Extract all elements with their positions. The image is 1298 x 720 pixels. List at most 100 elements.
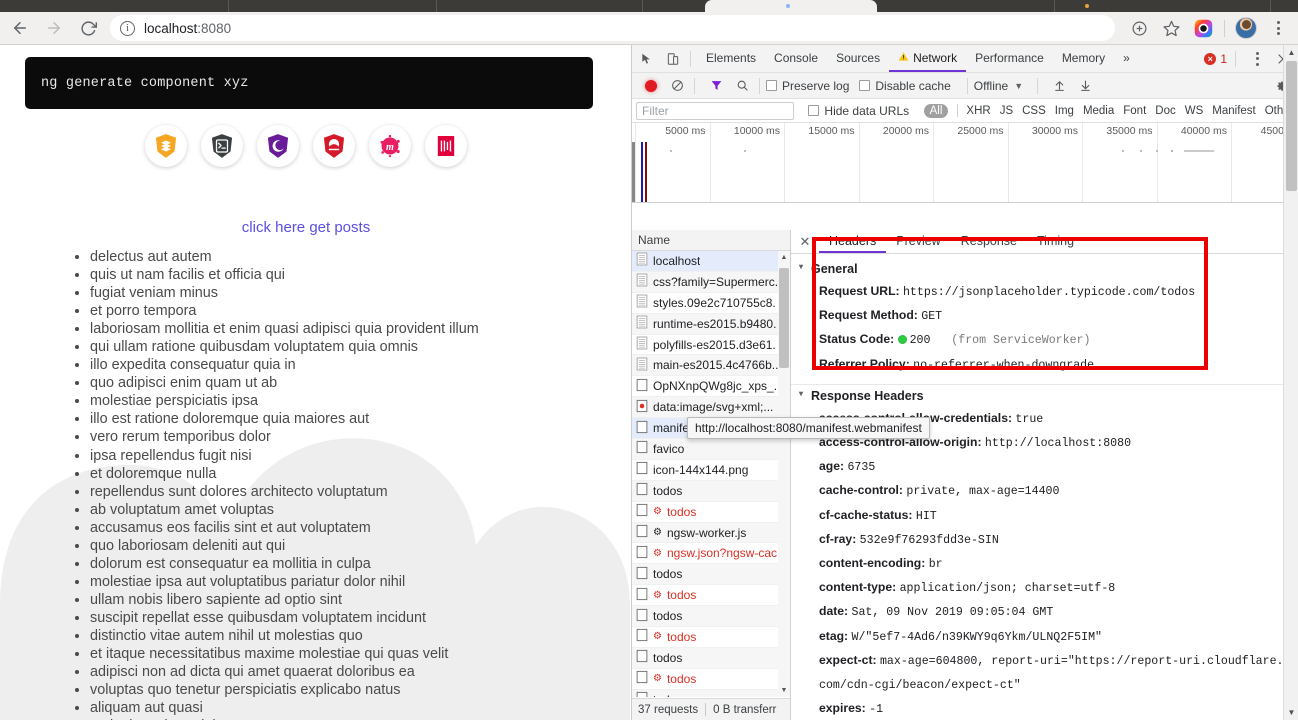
request-scroll-up-icon[interactable]: ▲ <box>778 251 790 264</box>
request-name: icon-144x144.png <box>653 462 749 477</box>
back-arrow-icon[interactable] <box>6 14 34 42</box>
request-row[interactable]: ⚙ todos <box>632 627 790 648</box>
generic-file-icon <box>636 461 648 478</box>
request-row[interactable]: todos <box>632 606 790 628</box>
header-row: expect-ct: max-age=604800, report-uri="h… <box>791 649 1286 697</box>
plus-circle-icon[interactable] <box>1126 15 1152 41</box>
filter-type-img[interactable]: Img <box>1055 105 1074 117</box>
request-row[interactable]: OpNXnpQWg8jc_xps_.. <box>632 376 790 398</box>
hide-data-urls-checkbox[interactable]: Hide data URLs <box>808 104 909 118</box>
request-row[interactable]: main-es2015.4c4766b.. <box>632 355 790 377</box>
devtools-menu-icon[interactable] <box>1246 48 1268 70</box>
get-posts-link-row: click here get posts <box>0 219 612 237</box>
export-har-icon[interactable] <box>1074 75 1096 97</box>
detail-tab-preview[interactable]: Preview <box>886 230 950 253</box>
request-row[interactable]: polyfills-es2015.d3e61. <box>632 335 790 356</box>
close-icon[interactable]: ✕ <box>797 234 813 250</box>
record-button-icon[interactable] <box>640 75 662 97</box>
devtools-tab-elements[interactable]: Elements <box>697 45 765 72</box>
general-section-title[interactable]: General <box>791 262 1286 276</box>
filter-type-all[interactable]: All <box>923 103 949 118</box>
throttle-select-value[interactable]: Offline <box>974 79 1008 93</box>
filter-input[interactable]: Filter <box>636 101 795 120</box>
scroll-up-arrow-icon[interactable]: ▲ <box>1284 45 1298 60</box>
device-toolbar-icon[interactable] <box>662 48 684 70</box>
detail-tab-headers[interactable]: Headers <box>819 230 886 253</box>
filter-type-css[interactable]: CSS <box>1022 105 1046 117</box>
disable-cache-checkbox[interactable]: Disable cache <box>859 79 951 93</box>
filter-type-manifest[interactable]: Manifest <box>1212 105 1255 117</box>
request-scroll-down-icon[interactable]: ▼ <box>778 684 790 697</box>
detail-tab-timing[interactable]: Timing <box>1027 230 1084 253</box>
avatar-icon[interactable] <box>1233 15 1259 41</box>
timeline-tick: 15000 ms <box>784 123 859 202</box>
angular-meetup-icon[interactable]: m <box>369 125 411 167</box>
browser-tab-strip[interactable] <box>0 0 1298 12</box>
address-bar[interactable]: i localhost:8080 <box>110 15 1115 41</box>
angular-blog-icon[interactable] <box>313 125 355 167</box>
chevron-down-icon[interactable]: ▼ <box>1014 81 1023 91</box>
inspect-element-icon[interactable] <box>636 48 658 70</box>
info-circle-icon[interactable]: i <box>120 20 135 36</box>
request-row[interactable]: styles.09e2c710755c8. <box>632 293 790 314</box>
request-row[interactable]: ⚙ todos <box>632 585 790 607</box>
request-row[interactable]: todos <box>632 647 790 669</box>
error-indicator[interactable]: × 1 <box>1204 52 1229 66</box>
active-browser-tab[interactable] <box>705 0 877 12</box>
filter-type-media[interactable]: Media <box>1083 105 1114 117</box>
request-row[interactable]: icon-144x144.png <box>632 460 790 481</box>
scroll-down-arrow-icon[interactable]: ▼ <box>1284 705 1298 720</box>
star-icon[interactable] <box>1158 15 1184 41</box>
filter-type-ws[interactable]: WS <box>1185 105 1204 117</box>
generic-file-icon <box>636 440 648 457</box>
clear-icon[interactable] <box>666 75 688 97</box>
colorful-extension-icon[interactable] <box>1190 15 1216 41</box>
page-scrollbar-thumb[interactable] <box>1286 61 1297 191</box>
devtools-tab-memory[interactable]: Memory <box>1053 45 1114 72</box>
devtools-tab-console[interactable]: Console <box>765 45 827 72</box>
angular-cli-icon[interactable] <box>201 125 243 167</box>
request-scrollbar-thumb[interactable] <box>779 268 789 368</box>
request-list-column-header[interactable]: Name <box>632 230 790 251</box>
request-row[interactable]: todos <box>632 564 790 586</box>
search-icon[interactable] <box>731 75 753 97</box>
angular-material-icon[interactable] <box>257 125 299 167</box>
angular-twitter-icon[interactable] <box>425 125 467 167</box>
request-row[interactable]: css?family=Supermerc. <box>632 271 790 293</box>
request-row[interactable]: ⚙ ngsw.json?ngsw-cac. <box>632 543 790 565</box>
request-row[interactable]: favico <box>632 439 790 460</box>
angular-books-icon[interactable] <box>145 125 187 167</box>
request-list-scrollbar[interactable]: ▲ ▼ <box>778 251 790 697</box>
request-row[interactable]: runtime-es2015.b9480. <box>632 313 790 335</box>
filter-type-font[interactable]: Font <box>1123 105 1146 117</box>
request-row[interactable]: ⚙ todos <box>632 502 790 523</box>
devtools-tab-performance[interactable]: Performance <box>966 45 1053 72</box>
request-row[interactable]: localhost <box>632 251 790 272</box>
request-row[interactable]: todos <box>632 689 790 697</box>
post-item: ab voluptatum amet voluptas <box>90 501 618 519</box>
header-key: cf-ray: <box>819 531 857 546</box>
network-timeline-overview[interactable]: 5000 ms 10000 ms 15000 ms 20000 ms 25000 ms 3… <box>632 123 1298 203</box>
request-row[interactable]: data:image/svg+xml;... <box>632 397 790 419</box>
reload-icon[interactable] <box>74 14 102 42</box>
page-scrollbar[interactable]: ▲ ▼ <box>1283 45 1298 720</box>
filter-type-xhr[interactable]: XHR <box>966 105 990 117</box>
devtools-tab-sources[interactable]: Sources <box>827 45 889 72</box>
response-headers-section-title[interactable]: Response Headers <box>791 389 1286 403</box>
click-here-get-posts-link[interactable]: click here get posts <box>242 219 370 236</box>
devtools-tab-network[interactable]: Network <box>889 45 966 72</box>
filter-funnel-icon[interactable] <box>705 75 727 97</box>
preserve-log-checkbox[interactable]: Preserve log <box>766 79 849 93</box>
filter-type-js[interactable]: JS <box>1000 105 1013 117</box>
three-dots-vertical-icon[interactable] <box>1265 15 1291 41</box>
request-row[interactable]: ⚙ todos <box>632 669 790 690</box>
filter-type-doc[interactable]: Doc <box>1155 105 1175 117</box>
request-row[interactable]: ⚙ ngsw-worker.js <box>632 522 790 544</box>
forward-arrow-icon[interactable] <box>40 14 68 42</box>
generic-file-icon <box>636 587 648 604</box>
request-row[interactable]: todos <box>632 480 790 502</box>
generic-file-icon <box>636 482 648 499</box>
detail-tab-response[interactable]: Response <box>951 230 1027 253</box>
more-panels-button[interactable]: » <box>1114 45 1139 72</box>
import-har-icon[interactable] <box>1048 75 1070 97</box>
